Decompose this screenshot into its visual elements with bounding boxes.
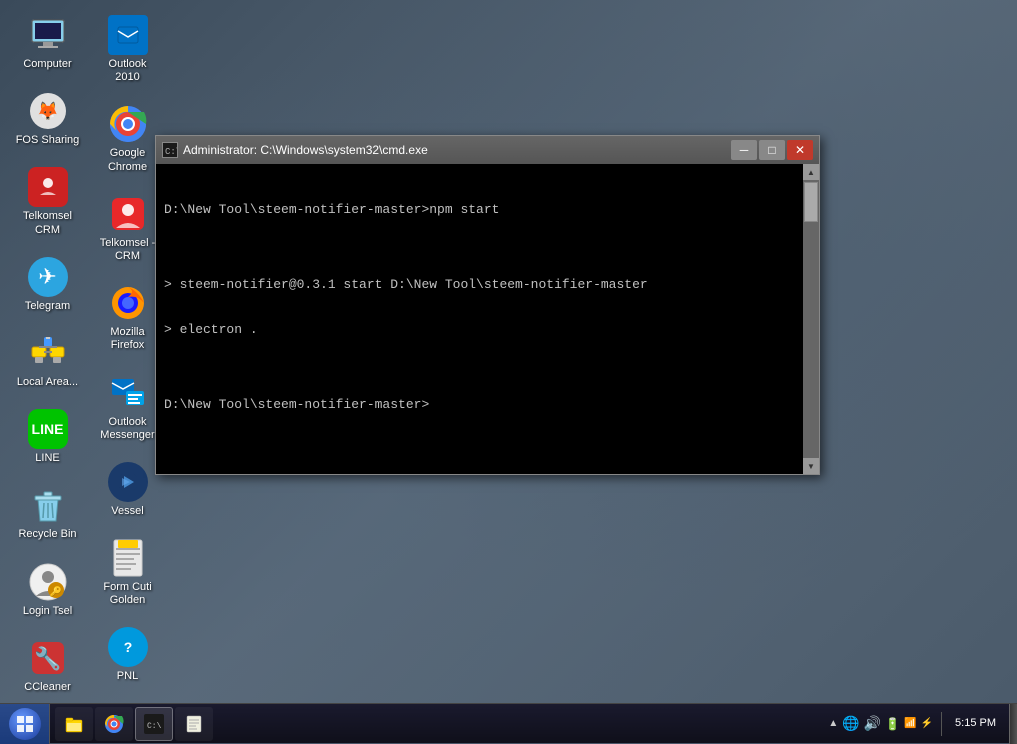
cmd-body[interactable]: D:\New Tool\steem-notifier-master>npm st… bbox=[156, 164, 819, 474]
cmd-maximize-button[interactable]: □ bbox=[759, 140, 785, 160]
taskbar-chrome-icon bbox=[104, 714, 124, 734]
tray-signal-icon: 📶 bbox=[904, 718, 916, 729]
svg-text:C:\: C:\ bbox=[165, 147, 177, 157]
local-area-label: Local Area... bbox=[17, 376, 78, 389]
cmd-titlebar: C:\ Administrator: C:\Windows\system32\c… bbox=[156, 136, 819, 164]
taskbar-items: C:\ bbox=[50, 704, 820, 743]
desktop-icon-telkomsel-crm-top[interactable]: Telkomsel CRM bbox=[10, 162, 85, 241]
taskbar-item-cmd[interactable]: C:\ bbox=[135, 707, 173, 741]
cmd-line-3: > steem-notifier@0.3.1 start D:\New Tool… bbox=[164, 277, 795, 292]
cmd-close-button[interactable]: ✕ bbox=[787, 140, 813, 160]
login-tsel-label: Login Tsel bbox=[23, 605, 72, 618]
desktop-icon-outlook-messenger[interactable]: Outlook Messenger bbox=[90, 368, 165, 447]
telkomsel-crm-label: Telkomsel - CRM bbox=[95, 237, 160, 263]
taskbar-explorer-icon bbox=[64, 714, 84, 734]
taskbar-item-explorer[interactable] bbox=[55, 707, 93, 741]
scrollbar-up-arrow[interactable]: ▲ bbox=[803, 164, 819, 180]
svg-text:🔧: 🔧 bbox=[34, 645, 61, 671]
tray-arrow-icon[interactable]: ▲ bbox=[828, 718, 838, 729]
taskbar-item-chrome[interactable] bbox=[95, 707, 133, 741]
pnl-label: PNL bbox=[117, 670, 138, 683]
google-chrome-label: Google Chrome bbox=[95, 147, 160, 173]
cmd-window: C:\ Administrator: C:\Windows\system32\c… bbox=[155, 135, 820, 475]
desktop-icon-pnl[interactable]: ? PNL bbox=[90, 622, 165, 688]
svg-text:🔑: 🔑 bbox=[49, 585, 62, 598]
desktop-icon-computer[interactable]: Computer bbox=[10, 10, 85, 76]
desktop-icon-form-cuti[interactable]: Form Cuti Golden bbox=[90, 533, 165, 612]
cmd-icon: C:\ bbox=[162, 142, 178, 158]
computer-label: Computer bbox=[23, 58, 71, 71]
desktop-icon-outlook2010[interactable]: Outlook 2010 bbox=[90, 10, 165, 89]
desktop-icon-local-area[interactable]: Local Area... bbox=[10, 328, 85, 394]
system-tray: ▲ 🌐 🔊 🔋 📶 ⚡ 5:15 PM bbox=[820, 704, 1009, 743]
taskbar: C:\ ▲ � bbox=[0, 703, 1017, 743]
outlook-messenger-label: Outlook Messenger bbox=[95, 416, 160, 442]
desktop-icon-telegram[interactable]: ✈ Telegram bbox=[10, 252, 85, 318]
start-button[interactable] bbox=[0, 704, 50, 744]
svg-text:🦊: 🦊 bbox=[36, 101, 58, 121]
cmd-window-buttons: ─ □ ✕ bbox=[731, 140, 813, 160]
ccleaner-label: CCleaner bbox=[24, 681, 70, 694]
tray-extra-icon: ⚡ bbox=[921, 718, 933, 729]
tray-battery-icon[interactable]: 🔋 bbox=[885, 717, 900, 731]
line-label: LINE bbox=[35, 452, 59, 465]
tray-icons: ▲ 🌐 🔊 🔋 📶 ⚡ bbox=[828, 715, 933, 732]
cmd-line-6: D:\New Tool\steem-notifier-master> bbox=[164, 397, 795, 412]
mozilla-firefox-label: Mozilla Firefox bbox=[95, 326, 160, 352]
desktop-icon-vessel[interactable]: Vessel bbox=[90, 457, 165, 523]
scrollbar-thumb[interactable] bbox=[804, 182, 818, 222]
vessel-label: Vessel bbox=[111, 505, 143, 518]
cmd-title: Administrator: C:\Windows\system32\cmd.e… bbox=[183, 143, 726, 157]
desktop-icon-telkomsel-crm[interactable]: Telkomsel - CRM bbox=[90, 189, 165, 268]
cmd-content: D:\New Tool\steem-notifier-master>npm st… bbox=[156, 164, 803, 474]
outlook2010-label: Outlook 2010 bbox=[95, 58, 160, 84]
recycle-bin-label: Recycle Bin bbox=[18, 528, 76, 541]
tray-volume-icon[interactable]: 🔊 bbox=[864, 715, 881, 732]
telegram-label: Telegram bbox=[25, 300, 70, 313]
start-orb bbox=[9, 708, 41, 740]
fos-sharing-label: FOS Sharing bbox=[16, 134, 80, 147]
clock-time: 5:15 PM bbox=[955, 716, 996, 731]
show-desktop-button[interactable] bbox=[1009, 704, 1017, 744]
desktop-icon-recycle-bin[interactable]: Recycle Bin bbox=[10, 480, 85, 546]
taskbar-notepad-icon bbox=[184, 714, 204, 734]
desktop-icon-google-chrome[interactable]: Google Chrome bbox=[90, 99, 165, 178]
telkomsel-crm-top-label: Telkomsel CRM bbox=[15, 210, 80, 236]
cmd-scrollbar[interactable]: ▲ ▼ bbox=[803, 164, 819, 474]
desktop-icon-ccleaner[interactable]: 🔧 CCleaner bbox=[10, 633, 85, 699]
tray-network-icon[interactable]: 🌐 bbox=[842, 715, 859, 732]
svg-text:C:\: C:\ bbox=[147, 722, 162, 731]
desktop-icon-mozilla-firefox[interactable]: Mozilla Firefox bbox=[90, 278, 165, 357]
taskbar-cmd-icon: C:\ bbox=[144, 714, 164, 734]
form-cuti-label: Form Cuti Golden bbox=[95, 581, 160, 607]
desktop-icon-fos-sharing[interactable]: 🦊 FOS Sharing bbox=[10, 86, 85, 152]
svg-text:?: ? bbox=[123, 639, 132, 655]
desktop: Computer 🦊 FOS Sharing Telkomsel bbox=[0, 0, 1017, 743]
desktop-icon-login-tsel[interactable]: 🔑 Login Tsel bbox=[10, 557, 85, 623]
scrollbar-down-arrow[interactable]: ▼ bbox=[803, 458, 819, 474]
taskbar-item-notepad[interactable] bbox=[175, 707, 213, 741]
tray-divider bbox=[941, 712, 942, 736]
cmd-line-4: > electron . bbox=[164, 322, 795, 337]
cmd-line-1: D:\New Tool\steem-notifier-master>npm st… bbox=[164, 202, 795, 217]
cmd-minimize-button[interactable]: ─ bbox=[731, 140, 757, 160]
desktop-icon-line[interactable]: LINE LINE bbox=[10, 404, 85, 470]
system-clock[interactable]: 5:15 PM bbox=[950, 716, 1001, 731]
